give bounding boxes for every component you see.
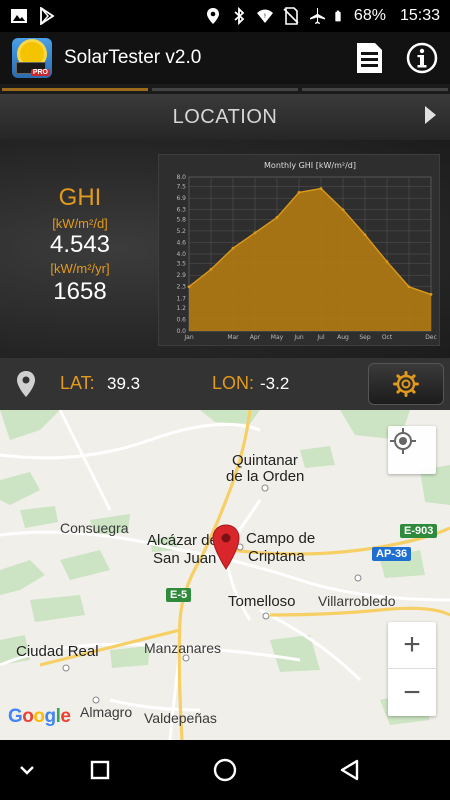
- no-sim-icon: [283, 7, 299, 25]
- navigation-bar: [0, 740, 450, 800]
- chart-point: [231, 246, 235, 250]
- chart-ytick-label: 2.9: [176, 272, 186, 279]
- tab-1[interactable]: [2, 88, 148, 91]
- battery-percent: 68%: [353, 7, 386, 24]
- tab-indicator: [0, 84, 450, 94]
- chart-ytick-label: 1.2: [176, 305, 186, 312]
- chart-xtick-label: Dec: [425, 334, 437, 341]
- location-icon: [206, 8, 219, 24]
- chart-xtick-label: Mar: [227, 334, 239, 341]
- location-title: LOCATION: [172, 105, 278, 128]
- chart-ytick-label: 2.3: [176, 284, 186, 291]
- chart-point: [209, 268, 213, 271]
- chart-point: [187, 285, 191, 289]
- chart-ytick-label: 1.7: [176, 295, 186, 302]
- chart-point: [407, 285, 411, 289]
- chart-xtick-label: Sep: [359, 334, 371, 341]
- chart-point: [363, 233, 367, 237]
- chart-point: [341, 208, 345, 212]
- chart-xtick-label: May: [271, 334, 284, 341]
- chart-ytick-label: 6.9: [176, 195, 186, 202]
- bluetooth-icon: [234, 7, 245, 25]
- chart-point: [319, 187, 323, 190]
- chart-ytick-label: 3.5: [176, 261, 186, 268]
- battery-icon: [335, 10, 341, 22]
- ghi-yearly-value: 1658: [53, 278, 107, 305]
- image-icon: [11, 9, 27, 23]
- place-dots: [62, 484, 362, 704]
- chart-xtick-label: Aug: [337, 334, 349, 341]
- gps-locate-button[interactable]: [368, 363, 444, 405]
- tab-3[interactable]: [302, 88, 448, 91]
- chart-point: [385, 260, 389, 264]
- ghi-summary: GHI [kW/m²/d] 4.543 [kW/m²/yr] 1658: [10, 184, 150, 306]
- zoom-controls: + −: [388, 622, 436, 716]
- ghi-panel: GHI [kW/m²/d] 4.543 [kW/m²/yr] 1658 Mont…: [0, 140, 450, 358]
- airplane-icon: [309, 8, 325, 24]
- chart-ytick-label: 4.0: [176, 251, 186, 258]
- lon-value: -3.2: [260, 374, 290, 393]
- chart-point: [275, 216, 279, 219]
- chart-xtick-label: Jan: [183, 334, 193, 341]
- chart-ytick-label: 4.6: [176, 239, 186, 246]
- chart-ytick-label: 8.0: [176, 174, 186, 181]
- map-marker-icon[interactable]: [211, 524, 241, 570]
- chart-svg: Monthly GHI [kW/m²/d]0.00.61.21.72.32.93…: [176, 161, 437, 341]
- lat-label: LAT:: [60, 373, 95, 393]
- monthly-ghi-chart: Monthly GHI [kW/m²/d] 0.0 0.6 1.2 1.7 2.3 2.9 3…: [158, 154, 440, 346]
- chart-title: Monthly GHI [kW/m²/d]: [264, 161, 356, 170]
- info-icon[interactable]: [406, 42, 438, 74]
- chart-xtick-label: Oct: [382, 334, 393, 341]
- tab-2[interactable]: [152, 88, 298, 91]
- chart-point: [253, 231, 257, 235]
- chart-xtick-label: Jun: [293, 334, 304, 341]
- location-pin-icon: [17, 371, 35, 397]
- wifi-icon: !: [256, 9, 273, 23]
- map-view[interactable]: Quintanar de la Orden Consuegra Alcázar …: [0, 410, 450, 740]
- lat-value: 39.3: [107, 374, 141, 393]
- zoom-out-button[interactable]: −: [388, 669, 436, 716]
- chart-ytick-label: 7.5: [176, 184, 186, 191]
- home-icon[interactable]: [210, 755, 240, 785]
- back-icon[interactable]: [335, 755, 365, 785]
- document-list-icon[interactable]: [354, 42, 384, 74]
- app-title: SolarTester v2.0: [64, 47, 202, 68]
- recents-icon[interactable]: [85, 755, 115, 785]
- location-header: LOCATION: [0, 94, 450, 140]
- play-store-icon: [40, 7, 55, 25]
- gear-icon: [393, 371, 419, 397]
- ghi-yearly-unit: [kW/m²/yr]: [50, 261, 110, 276]
- chart-ytick-label: 0.6: [176, 316, 186, 323]
- chevron-down-icon[interactable]: [12, 755, 42, 785]
- pro-badge: PRO: [30, 69, 50, 76]
- next-arrow-icon[interactable]: [425, 106, 436, 124]
- zoom-in-button[interactable]: +: [388, 622, 436, 669]
- app-bar: PRO SolarTester v2.0: [0, 32, 450, 84]
- app-logo: PRO: [12, 38, 52, 78]
- svg-text:!: !: [264, 13, 266, 20]
- chart-ytick-label: 6.3: [176, 207, 186, 214]
- chart-point: [297, 191, 301, 194]
- chart-xtick-label: Jul: [316, 334, 325, 341]
- ghi-label: GHI: [58, 184, 102, 211]
- clock: 15:33: [399, 7, 440, 24]
- ghi-daily-value: 4.543: [49, 231, 111, 258]
- status-bar: ! 68% 15:33: [0, 0, 450, 32]
- my-location-button[interactable]: [388, 426, 436, 474]
- chart-ytick-label: 5.8: [176, 216, 186, 223]
- crosshair-icon: [390, 428, 416, 454]
- coordinates-bar: LAT: 39.3 LON: -3.2: [0, 358, 450, 410]
- chart-ytick-label: 5.2: [176, 228, 186, 235]
- chart-point: [429, 293, 433, 296]
- chart-xtick-label: Apr: [250, 334, 261, 341]
- ghi-daily-unit: [kW/m²/d]: [52, 216, 108, 231]
- google-attribution: Google: [8, 706, 71, 727]
- lon-label: LON:: [212, 373, 255, 393]
